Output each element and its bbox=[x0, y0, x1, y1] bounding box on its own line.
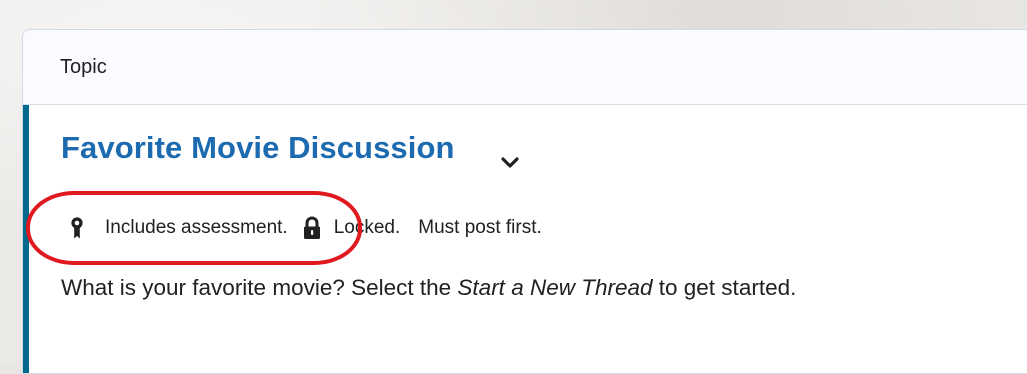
topic-description: What is your favorite movie? Select the … bbox=[61, 275, 796, 301]
chevron-down-icon bbox=[500, 157, 519, 168]
description-text-after: to get started. bbox=[652, 275, 797, 300]
description-text-before: What is your favorite movie? Select the bbox=[61, 275, 458, 300]
award-ribbon-icon bbox=[67, 215, 87, 241]
must-post-first-label: Must post first. bbox=[418, 217, 542, 238]
lock-icon bbox=[302, 215, 322, 241]
topic-title-row: Favorite Movie Discussion bbox=[61, 130, 521, 174]
topic-card-header: Topic bbox=[23, 30, 1027, 105]
topic-meta-row: Includes assessment. Locked. Must post f… bbox=[67, 215, 542, 241]
includes-assessment-label: Includes assessment. bbox=[105, 217, 288, 238]
topic-context-menu-button[interactable] bbox=[499, 152, 521, 174]
header-label: Topic bbox=[60, 55, 107, 78]
topic-accent-bar bbox=[23, 105, 29, 373]
topic-title-link[interactable]: Favorite Movie Discussion bbox=[61, 130, 455, 166]
topic-card: Topic Favorite Movie Discussion Includes… bbox=[22, 29, 1027, 374]
locked-label: Locked. bbox=[333, 217, 401, 238]
description-emphasis: Start a New Thread bbox=[457, 275, 653, 300]
topic-item: Favorite Movie Discussion Includes asses… bbox=[23, 105, 1027, 373]
